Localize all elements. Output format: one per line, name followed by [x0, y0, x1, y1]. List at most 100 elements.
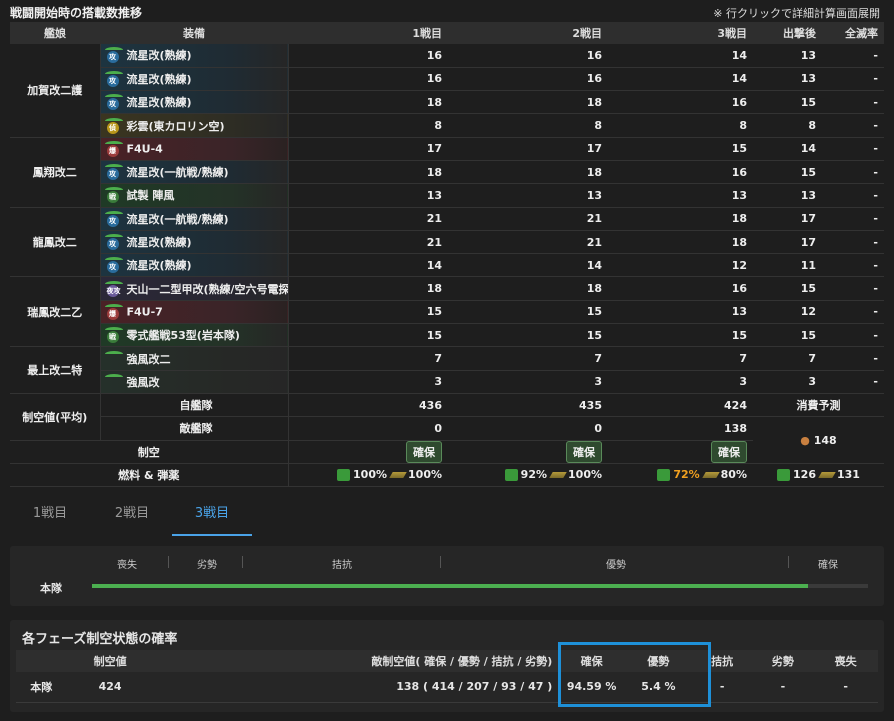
table-row[interactable]: 鳳翔改二爆 F4U-4 17 17 15 14-: [10, 137, 884, 208]
table-row[interactable]: 攻流星改(熟練) 21 21 18 17-: [10, 230, 884, 255]
table-row[interactable]: 瑞鳳改二乙 夜攻 天山一二型甲改(熟練/空六号電探... 18 18 16 15-: [10, 276, 884, 348]
table-row[interactable]: 攻流星改(熟練) 14 14 12 11-: [10, 253, 884, 278]
slot-count: 18: [608, 230, 753, 255]
equipment-cell: 攻流星改(一航戦/熟練): [100, 160, 289, 185]
slot-count: 7: [448, 346, 608, 371]
slot-count: 15: [448, 300, 608, 325]
slot-count: 15: [753, 160, 822, 185]
slot-count: -: [822, 253, 884, 278]
equipment-name: F4U-7: [126, 305, 163, 319]
table-row[interactable]: 攻流星改(熟練) 16 16 14 13-: [10, 67, 884, 92]
slot-count: 11: [753, 253, 822, 278]
header: 戦闘開始時の搭載数推移 ※ 行クリックで詳細計算画面展開: [0, 0, 894, 22]
slot-count: 12: [608, 253, 753, 278]
ship-name: 瑞鳳改二乙: [10, 276, 101, 348]
slot-count: -: [822, 183, 884, 208]
fuel-label: 燃料 & 弾薬: [10, 463, 289, 488]
slot-count: -: [822, 160, 884, 185]
plane-icon: 戦: [104, 187, 123, 204]
slot-count: 13: [753, 67, 822, 92]
col-air-value: 制空値: [66, 650, 154, 672]
slot-count: -: [822, 67, 884, 92]
table-row[interactable]: 最上改二特 強風改二 7 7 7 7-: [10, 346, 884, 394]
table-row[interactable]: 攻流星改(熟練) 18 18 16 15-: [10, 90, 884, 115]
equipment-name: 零式艦戦53型(岩本隊): [126, 329, 240, 343]
slot-count: 17: [448, 137, 608, 161]
slot-count: -: [822, 370, 884, 394]
slot-count: 7: [753, 346, 822, 371]
tab-battle3[interactable]: 3戦目: [172, 494, 252, 536]
bar-divider: [242, 556, 243, 568]
own-air-3: 424: [608, 393, 753, 418]
bauxite-icon: ●: [800, 433, 810, 447]
table-row[interactable]: 加賀改二護攻流星改(熟練) 16 16 14 13-: [10, 44, 884, 138]
bar-label-lost: 喪失: [117, 560, 137, 571]
ship-name: 加賀改二護: [10, 44, 101, 138]
air-state-track: [92, 584, 868, 588]
bar-divider: [168, 556, 169, 568]
click-note: ※ 行クリックで詳細計算画面展開: [713, 7, 880, 20]
equipment-name: 彩雲(東カロリン空): [126, 119, 225, 133]
equipment-cell: 戦零式艦戦53型(岩本隊): [100, 323, 289, 348]
equipment-name: 流星改(一航戦/熟練): [126, 166, 229, 180]
equipment-cell: 爆 F4U-7: [100, 300, 289, 325]
plane-icon: 攻: [104, 94, 123, 111]
bar-label-parity: 拮抗: [332, 560, 352, 571]
bar-label-supremacy: 確保: [818, 560, 838, 571]
slot-count: 21: [288, 230, 448, 255]
slot-count: 14: [753, 137, 822, 161]
ship-name: 龍鳳改二: [10, 207, 101, 278]
slot-count: 3: [753, 370, 822, 394]
tab-battle1[interactable]: 1戦目: [10, 494, 90, 536]
own-air-2: 435: [448, 393, 608, 418]
plane-icon: 攻: [104, 210, 123, 227]
slot-count: 16: [288, 44, 448, 68]
slot-count: 14: [288, 253, 448, 278]
consume-label: 消費予測: [753, 393, 884, 418]
slot-count: 18: [288, 160, 448, 185]
slot-count: 13: [608, 300, 753, 325]
table-row[interactable]: 戦試製 陣風 13 13 13 13-: [10, 183, 884, 208]
equipment-cell: 攻流星改(熟練): [100, 67, 289, 92]
tab-battle2[interactable]: 2戦目: [92, 494, 172, 536]
fuel-icon: [337, 469, 351, 482]
equipment-name: 流星改(一航戦/熟練): [126, 212, 229, 226]
table-row[interactable]: 戦零式艦戦53型(岩本隊) 15 15 15 15-: [10, 323, 884, 348]
probability-row: 本隊 424 138 ( 414 / 207 / 93 / 47 ) 94.59…: [16, 672, 878, 703]
equipment-name: 流星改(熟練): [126, 72, 192, 86]
air-enemy-row: 敵艦隊 0 0 138 ● 148: [10, 416, 884, 464]
col-wipe: 全滅率: [822, 22, 884, 44]
slot-count: 7: [608, 346, 753, 371]
plane-icon: [104, 350, 123, 367]
table-row[interactable]: 偵彩雲(東カロリン空) 8 8 8 8-: [10, 113, 884, 138]
table-row[interactable]: 爆 F4U-7 15 15 13 12-: [10, 300, 884, 325]
slot-count: 3: [448, 370, 608, 394]
control-badge-2: 確保: [566, 440, 602, 463]
equipment-cell: 攻流星改(熟練): [100, 90, 289, 115]
slot-count: 13: [753, 44, 822, 68]
fuel-1: 100% 100%: [288, 463, 448, 488]
bar-label-superior: 優勢: [606, 560, 626, 571]
table-row[interactable]: 龍鳳改二攻流星改(一航戦/熟練) 21 21 18 17-: [10, 207, 884, 278]
slot-count: -: [822, 276, 884, 301]
plane-icon: 偵: [104, 117, 123, 134]
slot-count: -: [822, 300, 884, 325]
equipment-name: F4U-4: [126, 142, 163, 156]
equipment-cell: 強風改: [100, 370, 289, 394]
slot-count: 14: [448, 253, 608, 278]
prob-enemy-air: 138 ( 414 / 207 / 93 / 47 ): [153, 672, 559, 703]
prob-incapability: -: [813, 672, 878, 703]
equipment-cell: 夜攻 天山一二型甲改(熟練/空六号電探...: [100, 276, 289, 301]
slot-count: 21: [448, 207, 608, 231]
slot-count: -: [822, 113, 884, 138]
table-row[interactable]: 攻流星改(一航戦/熟練) 18 18 16 15-: [10, 160, 884, 185]
plane-icon: 爆: [104, 303, 123, 320]
ammo-icon: [389, 472, 407, 479]
slot-count: 15: [753, 323, 822, 348]
control-row: 制空 確保 確保 確保: [10, 440, 884, 464]
table-row[interactable]: 強風改 3 3 3 3-: [10, 370, 884, 394]
equipment-cell: 強風改二: [100, 346, 289, 371]
probability-title: 各フェーズ制空状態の確率: [22, 632, 178, 647]
slot-count: 8: [448, 113, 608, 138]
probability-header: 制空値 敵制空値( 確保 / 優勢 / 拮抗 / 劣勢) 確保 優勢 拮抗 劣勢…: [16, 650, 878, 672]
